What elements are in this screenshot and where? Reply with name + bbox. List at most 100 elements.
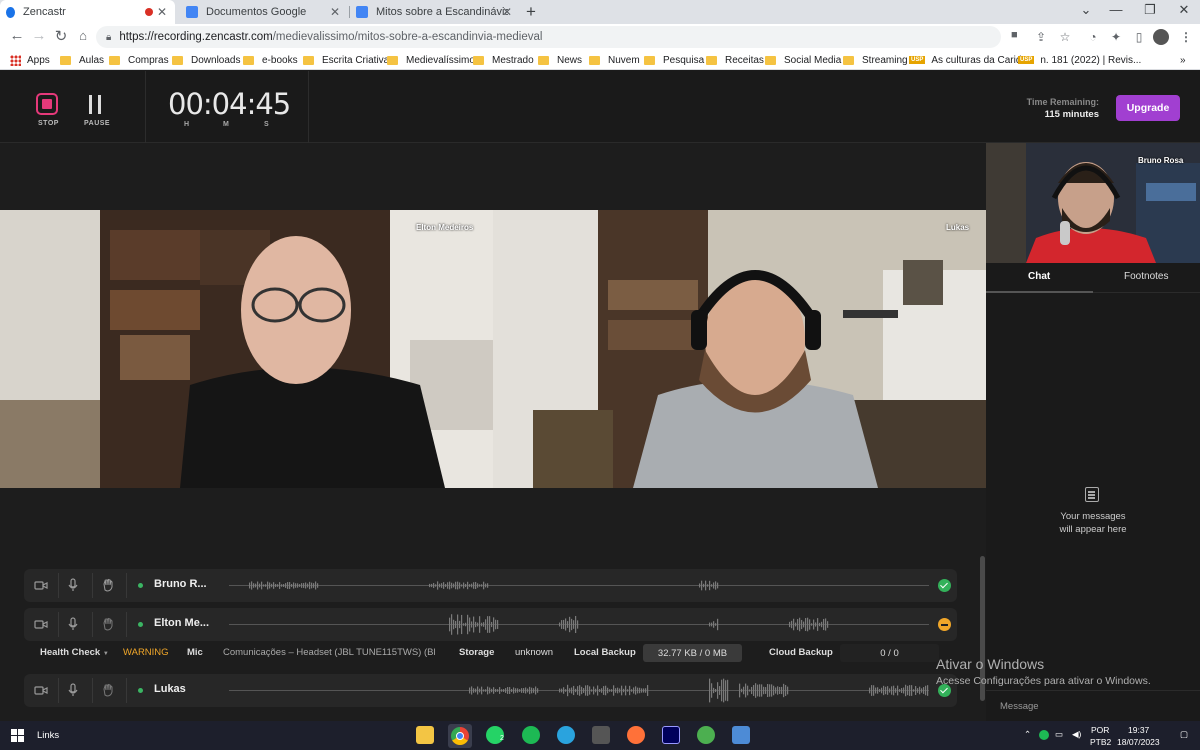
- bookmark-culturas[interactable]: USP As culturas da Carid...: [909, 52, 1030, 68]
- health-check-toggle[interactable]: Health Check ▼: [40, 647, 109, 658]
- camera-icon[interactable]: [34, 578, 48, 592]
- tab-chat[interactable]: Chat: [1028, 271, 1050, 282]
- spotify-tray-icon[interactable]: [1039, 730, 1049, 740]
- app-icon[interactable]: [732, 726, 750, 744]
- waveform-bar: [475, 581, 477, 590]
- waveform-bar: [587, 685, 589, 696]
- minimize-icon[interactable]: —: [1106, 2, 1126, 17]
- bookmark-medievalissimo[interactable]: Medievalíssimo: [387, 52, 475, 68]
- address-bar[interactable]: 🔒︎ https://recording.zencastr.com/mediev…: [96, 26, 1018, 48]
- storage-value: unknown: [515, 647, 554, 658]
- waveform-bar: [485, 689, 487, 692]
- chrome-icon[interactable]: [448, 724, 472, 748]
- keyboard-indicator[interactable]: PTB2: [1090, 737, 1111, 747]
- volume-icon[interactable]: ◀): [1072, 729, 1081, 740]
- firefox-icon[interactable]: [627, 726, 645, 744]
- camera-icon[interactable]: ■: [1011, 29, 1018, 41]
- waveform-bar: [927, 685, 929, 696]
- bookmark-ebooks[interactable]: e-books: [243, 52, 298, 68]
- bookmark-streaming[interactable]: Streaming: [843, 52, 908, 68]
- reload-icon[interactable]: ↻: [52, 27, 70, 45]
- restore-icon[interactable]: ❐: [1140, 2, 1160, 18]
- forward-icon[interactable]: →: [30, 27, 48, 44]
- message-input[interactable]: Message: [986, 690, 1200, 722]
- extension-icon[interactable]: ◔: [1085, 29, 1101, 45]
- microphone-icon[interactable]: [66, 683, 80, 697]
- camera-icon[interactable]: [34, 617, 48, 631]
- bookmark-mestrado[interactable]: Mestrado: [473, 52, 534, 68]
- raise-hand-icon[interactable]: [101, 683, 115, 697]
- tab-footnotes[interactable]: Footnotes: [1124, 271, 1168, 282]
- chat-empty-line: will appear here: [1059, 524, 1127, 535]
- language-indicator[interactable]: POR: [1091, 725, 1109, 735]
- close-window-icon[interactable]: ✕: [1174, 2, 1194, 18]
- waveform-bar: [479, 688, 481, 693]
- bookmarks-overflow-icon[interactable]: »: [1180, 52, 1186, 68]
- waveform-bar: [567, 684, 569, 697]
- bookmark-revista[interactable]: USP n. 181 (2022) | Revis...: [1018, 52, 1141, 68]
- puzzle-icon[interactable]: ✦: [1108, 29, 1124, 45]
- tray-overflow-icon[interactable]: ⌃: [1024, 729, 1031, 740]
- bookmark-escrita-criativa[interactable]: Escrita Criativa: [303, 52, 389, 68]
- spotify-icon[interactable]: [522, 726, 540, 744]
- camera-icon[interactable]: [34, 683, 48, 697]
- browser-app-icon[interactable]: [697, 726, 715, 744]
- waveform-bar: [901, 688, 903, 693]
- bookmark-receitas[interactable]: Receitas: [706, 52, 764, 68]
- upgrade-button[interactable]: Upgrade: [1116, 95, 1180, 121]
- bookmark-downloads[interactable]: Downloads: [172, 52, 240, 68]
- microphone-icon[interactable]: [66, 617, 80, 631]
- bookmark-social-media[interactable]: Social Media: [765, 52, 841, 68]
- bookmark-pesquisa[interactable]: Pesquisa: [644, 52, 704, 68]
- waveform-bar: [715, 623, 717, 626]
- waveform-bar: [511, 688, 513, 693]
- notifications-icon[interactable]: ▢: [1180, 729, 1188, 740]
- raise-hand-icon[interactable]: [101, 578, 115, 592]
- app-icon[interactable]: [592, 726, 610, 744]
- waveform-bar: [289, 582, 291, 589]
- bookmark-apps[interactable]: Apps: [10, 52, 50, 68]
- windows-start-icon[interactable]: [11, 729, 24, 742]
- waveform-bar: [617, 687, 619, 694]
- raise-hand-icon[interactable]: [101, 617, 115, 631]
- stop-button[interactable]: [36, 93, 58, 115]
- tab-search-icon[interactable]: ⌄: [1076, 2, 1096, 18]
- bookmark-compras[interactable]: Compras: [109, 52, 169, 68]
- telegram-icon[interactable]: [557, 726, 575, 744]
- back-icon[interactable]: ←: [8, 27, 26, 44]
- links-toolbar[interactable]: Links: [37, 730, 59, 741]
- tab-mitos[interactable]: Mitos sobre a Escandinávia Medie ✕: [350, 0, 520, 24]
- video-elton: Elton Medeiros: [0, 210, 493, 488]
- profile-avatar[interactable]: [1153, 29, 1169, 45]
- new-tab-icon[interactable]: +: [526, 2, 536, 22]
- waveform-bar: [915, 686, 917, 695]
- folder-icon: [60, 55, 71, 65]
- home-icon[interactable]: ⌂: [74, 28, 92, 43]
- bookmark-aulas[interactable]: Aulas: [60, 52, 104, 68]
- file-explorer-icon[interactable]: [416, 726, 434, 744]
- close-tab-icon[interactable]: ✕: [330, 5, 340, 19]
- tab-documentos-google[interactable]: Documentos Google ✕: [180, 0, 348, 24]
- bookmark-star-icon[interactable]: ☆: [1057, 29, 1073, 45]
- close-tab-icon[interactable]: ✕: [157, 5, 167, 19]
- share-icon[interactable]: ⇪: [1033, 29, 1049, 45]
- clock-time[interactable]: 19:37: [1128, 725, 1149, 735]
- zencastr-app: STOP PAUSE 00:04:45 H M S Time Remaining…: [0, 71, 1200, 721]
- audition-icon[interactable]: [662, 726, 680, 744]
- bookmark-nuvem[interactable]: Nuvem: [589, 52, 640, 68]
- waveform-bar: [469, 584, 471, 587]
- tab-zencastr[interactable]: Zencastr ✕: [0, 0, 175, 24]
- bookmarks-bar: Apps Aulas Compras Downloads e-books Esc…: [0, 50, 1200, 70]
- network-icon[interactable]: ▭: [1055, 729, 1063, 740]
- close-tab-icon[interactable]: ✕: [502, 5, 512, 19]
- clock-date[interactable]: 18/07/2023: [1117, 737, 1160, 747]
- bookmark-news[interactable]: News: [538, 52, 582, 68]
- pause-button[interactable]: [86, 93, 106, 117]
- menu-icon[interactable]: ⋮: [1178, 29, 1194, 45]
- microphone-icon[interactable]: [66, 578, 80, 592]
- bookmark-label: Apps: [27, 54, 50, 66]
- bookmark-label: Social Media: [784, 54, 842, 66]
- sidebar-icon[interactable]: ▯: [1131, 29, 1147, 45]
- waveform-bar: [485, 619, 487, 630]
- waveform-bar: [823, 618, 825, 631]
